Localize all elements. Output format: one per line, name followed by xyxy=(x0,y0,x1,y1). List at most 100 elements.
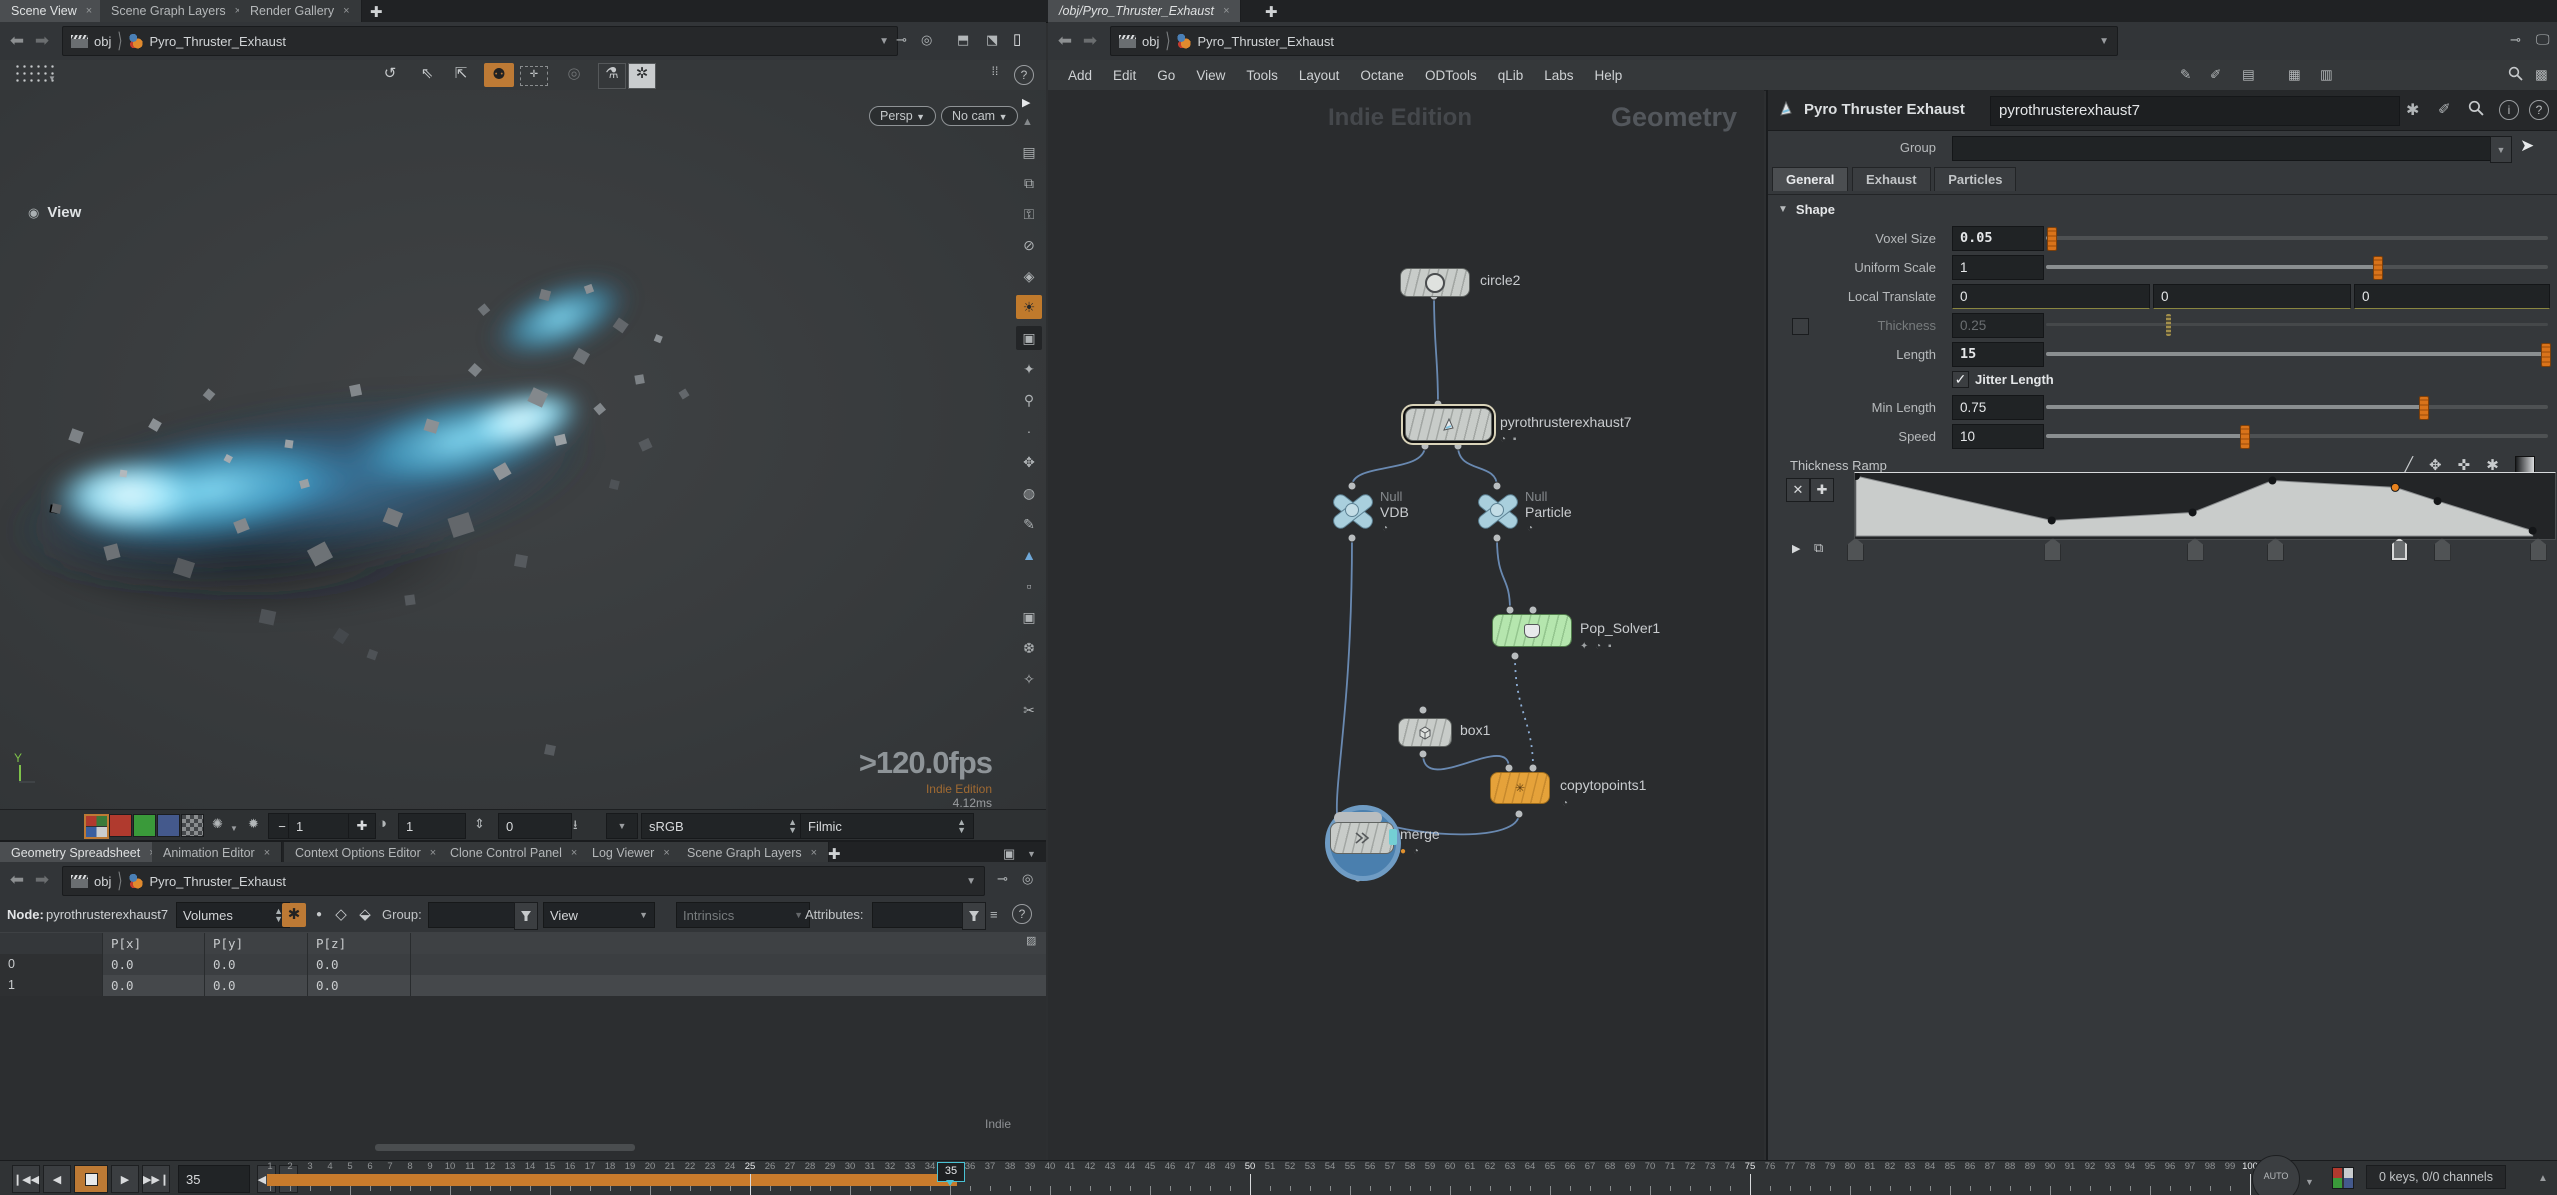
float-panel-icon[interactable]: 🖵 xyxy=(2536,31,2550,48)
points-icon[interactable]: ✦ xyxy=(1016,357,1042,381)
forward-icon[interactable]: ➡ xyxy=(30,870,54,890)
no-select-icon[interactable]: ⊘ xyxy=(1016,233,1042,257)
material-icon[interactable]: ▣ xyxy=(1016,326,1042,350)
breadcrumb-node[interactable]: Pyro_Thruster_Exhaust xyxy=(149,34,286,49)
timeline-ruler[interactable]: 1234567891011121314151617181920212223242… xyxy=(0,1161,2260,1195)
objects-icon[interactable]: ⬔ xyxy=(986,32,998,48)
ramp-point[interactable] xyxy=(2529,527,2537,535)
ramp-point[interactable] xyxy=(2268,477,2276,485)
sheet-breadcrumb[interactable]: obj ⟩ Pyro_Thruster_Exhaust ▼ xyxy=(62,866,985,896)
breadcrumb-node[interactable]: Pyro_Thruster_Exhaust xyxy=(1197,34,1334,49)
node-particle[interactable] xyxy=(1474,490,1520,530)
new-tab-button[interactable]: ✚ xyxy=(360,3,393,21)
translate-x-field[interactable]: 0 xyxy=(1952,284,2150,309)
close-icon[interactable]: × xyxy=(811,847,817,859)
table-corner-icon[interactable]: ▨ xyxy=(1026,934,1036,947)
spinner-icon[interactable]: ▲▼ xyxy=(957,818,966,834)
cut-icon[interactable]: ✂ xyxy=(1016,698,1042,722)
tab-scene-view[interactable]: Scene View× xyxy=(0,0,104,22)
gamma-field[interactable]: 1 xyxy=(288,813,356,839)
ramp-point[interactable] xyxy=(2391,483,2399,491)
breadcrumb-root[interactable]: obj xyxy=(1142,34,1159,49)
forward-icon[interactable]: ➡ xyxy=(1078,31,1102,51)
min-length-field[interactable]: 0.75 xyxy=(1952,395,2044,420)
geometry-level-select[interactable]: Volumes ▲▼ xyxy=(176,902,290,928)
keyframe-colors-icon[interactable] xyxy=(2332,1167,2354,1189)
reference-icon[interactable]: ▫ xyxy=(1016,574,1042,598)
playhead-marker[interactable] xyxy=(946,1180,954,1186)
chevron-down-icon[interactable]: ▼ xyxy=(2305,1177,2314,1187)
ramp-point-handle[interactable] xyxy=(2044,538,2061,561)
contrast-field[interactable]: 1 xyxy=(398,813,466,839)
menu-layout[interactable]: Layout xyxy=(1299,68,1340,83)
offset-field[interactable]: 0 xyxy=(498,813,572,839)
menu-go[interactable]: Go xyxy=(1157,68,1175,83)
scroll-up-icon[interactable]: ▲ xyxy=(1022,116,1033,128)
overview-icon[interactable]: ▩ xyxy=(2535,67,2548,83)
orbit-disabled-icon[interactable]: ◎ xyxy=(560,64,588,82)
h-scrollbar[interactable] xyxy=(375,1144,635,1151)
ramp-point-handle[interactable] xyxy=(2391,538,2408,561)
ramp-point[interactable] xyxy=(2189,508,2197,516)
ramp-point-handle[interactable] xyxy=(2530,538,2547,561)
ramp-expand-icon[interactable]: ▶ xyxy=(1792,542,1800,555)
length-slider[interactable] xyxy=(2046,352,2548,356)
jitter-length-checkbox[interactable]: ✓ xyxy=(1952,371,1969,388)
snap-points-icon[interactable]: ⚗ xyxy=(598,63,626,89)
layout-icon[interactable]: ▤ xyxy=(1016,140,1042,164)
point-mode-icon[interactable]: ● xyxy=(310,903,328,927)
list-options-icon[interactable]: ≡ xyxy=(990,907,998,922)
panel-icon[interactable]: ▯ xyxy=(1013,30,1021,48)
close-icon[interactable]: × xyxy=(663,847,669,859)
translate-y-field[interactable]: 0 xyxy=(2153,284,2351,309)
back-icon[interactable]: ⬅ xyxy=(1053,31,1077,51)
chevron-down-icon[interactable]: ▼ xyxy=(230,824,238,833)
node-merge[interactable] xyxy=(1330,822,1394,854)
uniform-scale-field[interactable]: 1 xyxy=(1952,255,2044,280)
menu-help[interactable]: Help xyxy=(1595,68,1623,83)
tab-exhaust[interactable]: Exhaust xyxy=(1852,167,1931,191)
pin-icon[interactable]: ⊸ xyxy=(2510,32,2521,48)
menu-labs[interactable]: Labs xyxy=(1544,68,1573,83)
length-field[interactable]: 15 xyxy=(1952,342,2044,367)
flipbook-icon[interactable]: ❆ xyxy=(1016,636,1042,660)
channel-status[interactable]: 0 keys, 0/0 channels xyxy=(2366,1165,2506,1189)
node-copytopoints1[interactable]: ✳ xyxy=(1490,772,1550,804)
new-tab-button[interactable]: ✚ xyxy=(818,845,851,863)
menu-add[interactable]: Add xyxy=(1068,68,1092,83)
voxel-size-field[interactable]: 0.05 xyxy=(1952,226,2044,251)
menu-edit[interactable]: Edit xyxy=(1113,68,1136,83)
color-correction-all-icon[interactable] xyxy=(84,814,109,839)
toolbox-dropdown-icon[interactable]: ▼ xyxy=(48,74,56,83)
new-network-tab-button[interactable]: ✚ xyxy=(1255,3,1288,21)
ramp-add-point-button[interactable]: ✚ xyxy=(1810,478,1834,502)
blue-channel-icon[interactable] xyxy=(157,814,180,837)
pane-maximize-icon[interactable]: ▣ xyxy=(1003,846,1015,862)
node-name-field[interactable]: pyrothrusterexhaust7 xyxy=(1990,96,2400,126)
pin-icon[interactable]: ⊸ xyxy=(997,871,1008,887)
path-dropdown-icon[interactable]: ▼ xyxy=(966,876,976,887)
attributes-field[interactable] xyxy=(872,902,972,928)
forward-icon[interactable]: ➡ xyxy=(30,31,54,51)
network-breadcrumb[interactable]: obj ⟩ Pyro_Thruster_Exhaust ▼ xyxy=(1110,26,2118,56)
close-icon[interactable]: × xyxy=(264,847,270,859)
ramp-point-handle[interactable] xyxy=(2434,538,2451,561)
shape-section-header[interactable]: ▼ Shape xyxy=(1778,202,1835,217)
ramp-delete-point-button[interactable]: ✕ xyxy=(1786,478,1810,502)
select-tool-icon[interactable]: ⇖ xyxy=(412,64,442,82)
snapshot-icon[interactable]: ⧉ xyxy=(1016,171,1042,195)
tab-network-path[interactable]: /obj/Pyro_Thruster_Exhaust× xyxy=(1048,0,1241,22)
tab-particles[interactable]: Particles xyxy=(1934,167,2016,191)
group-type-select[interactable]: View ▼ xyxy=(543,902,655,928)
node-circle2[interactable] xyxy=(1400,268,1470,297)
playhead[interactable]: 35 xyxy=(937,1162,965,1182)
tab-geometry-spreadsheet[interactable]: Geometry Spreadsheet× xyxy=(0,842,168,864)
colorspace-select[interactable]: sRGB ▲▼ xyxy=(641,813,805,839)
funnel-icon[interactable] xyxy=(962,902,986,930)
select-mode-icon[interactable]: ◈ xyxy=(1016,264,1042,288)
stow-arrow-icon[interactable]: ▶ xyxy=(1022,96,1030,109)
help-icon[interactable]: ? xyxy=(2529,100,2549,120)
search-icon[interactable] xyxy=(2508,66,2523,84)
table-view-icon[interactable]: ▦ xyxy=(2288,67,2301,83)
menu-tools[interactable]: Tools xyxy=(1246,68,1278,83)
